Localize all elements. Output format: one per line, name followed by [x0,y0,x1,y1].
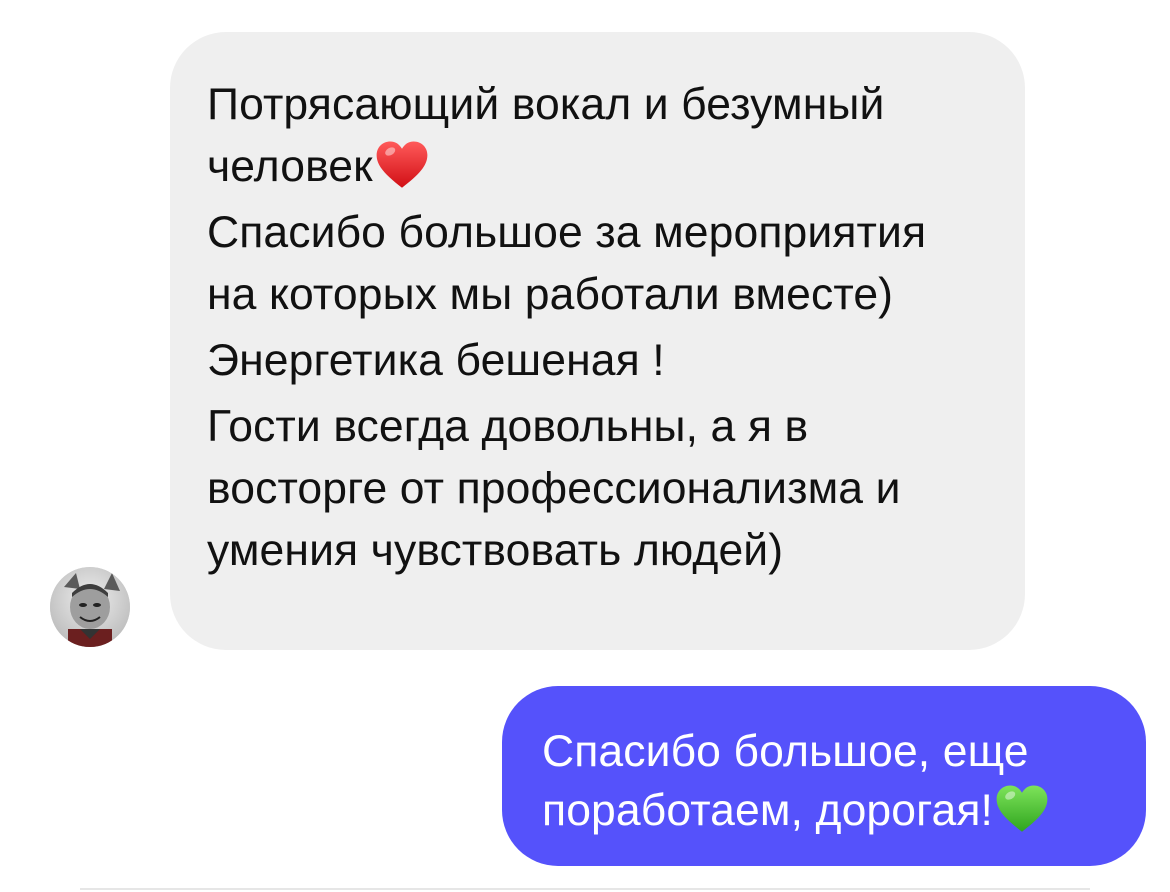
message-paragraph-2: Спасибо большое за мероприятия на которы… [207,208,927,319]
bottom-divider [80,888,1090,890]
chat-thread: Потрясающий вокал и безумный человек Спа… [0,0,1170,892]
message-text-1: Потрясающий вокал и безумный человек [207,80,885,191]
avatar-image [50,567,130,647]
message-paragraph-1: Потрясающий вокал и безумный человек [207,74,985,198]
incoming-message-bubble[interactable]: Потрясающий вокал и безумный человек Спа… [170,32,1025,650]
message-paragraph-3: Энергетика бешеная ! [207,336,665,385]
user-avatar-icon[interactable] [50,567,130,647]
outgoing-message-text: Спасибо большое, еще поработаем, дорогая… [542,727,1029,835]
outgoing-message-paragraph: Спасибо большое, еще поработаем, дорогая… [542,723,1126,840]
red-heart-icon [373,137,431,195]
incoming-message-row: Потрясающий вокал и безумный человек Спа… [0,0,1170,660]
message-paragraph-4: Гости всегда довольны, а я в восторге от… [207,402,901,575]
outgoing-message-bubble[interactable]: Спасибо большое, еще поработаем, дорогая… [502,686,1146,866]
green-heart-icon [993,781,1051,839]
